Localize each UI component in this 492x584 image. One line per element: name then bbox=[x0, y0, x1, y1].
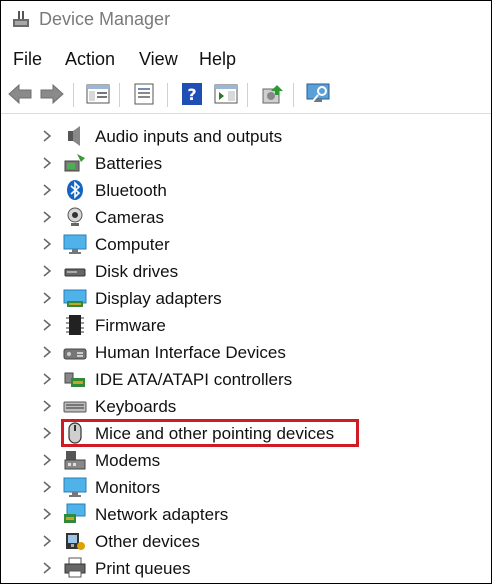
title-bar: Device Manager bbox=[1, 1, 491, 41]
toolbar-separator bbox=[293, 83, 294, 107]
tree-item-label: IDE ATA/ATAPI controllers bbox=[95, 370, 293, 389]
tree-item-label: Batteries bbox=[95, 154, 163, 173]
help-icon[interactable]: ? bbox=[179, 81, 205, 107]
menu-bar: File Action View Help bbox=[1, 45, 491, 75]
toolbar-separator bbox=[167, 83, 168, 107]
chevron-right-icon[interactable] bbox=[41, 264, 53, 278]
keyboard-icon bbox=[63, 401, 87, 413]
chevron-right-icon[interactable] bbox=[41, 399, 53, 413]
device-manager-window: Device Manager File Action View Help ? A… bbox=[0, 0, 492, 584]
update-driver-icon[interactable] bbox=[259, 81, 285, 107]
tree-item-label: Firmware bbox=[95, 316, 166, 335]
toolbar-separator bbox=[73, 83, 74, 107]
properties-icon[interactable] bbox=[131, 81, 157, 107]
menu-view[interactable]: View bbox=[139, 49, 178, 70]
tree-item-label: Modems bbox=[95, 451, 161, 470]
chevron-right-icon[interactable] bbox=[41, 237, 53, 251]
tree-item-label: Audio inputs and outputs bbox=[95, 127, 283, 146]
chevron-right-icon[interactable] bbox=[41, 534, 53, 548]
tree-item-hid[interactable]: Human Interface Devices bbox=[1, 339, 491, 366]
tree-item-label: Other devices bbox=[95, 532, 200, 551]
battery-icon bbox=[64, 154, 85, 172]
chevron-right-icon[interactable] bbox=[41, 129, 53, 143]
tree-item-bluetooth[interactable]: Bluetooth bbox=[1, 177, 491, 204]
console-tree-icon[interactable] bbox=[85, 81, 111, 107]
firmware-chip-icon bbox=[66, 315, 84, 335]
tree-item-keyboards[interactable]: Keyboards bbox=[1, 393, 491, 420]
bluetooth-icon bbox=[67, 180, 83, 200]
chevron-right-icon[interactable] bbox=[41, 372, 53, 386]
disk-drive-icon bbox=[64, 268, 86, 277]
chevron-right-icon[interactable] bbox=[41, 561, 53, 575]
modem-icon bbox=[64, 451, 86, 470]
window-title: Device Manager bbox=[39, 9, 171, 29]
chevron-right-icon[interactable] bbox=[41, 183, 53, 197]
monitor-icon bbox=[63, 477, 87, 497]
tree-item-label: Display adapters bbox=[95, 289, 222, 308]
tree-item-label: Bluetooth bbox=[95, 181, 167, 200]
chevron-right-icon[interactable] bbox=[41, 345, 53, 359]
tree-item-print-queues[interactable]: Print queues bbox=[1, 555, 491, 582]
chevron-right-icon[interactable] bbox=[41, 210, 53, 224]
toolbar-separator bbox=[119, 83, 120, 107]
toolbar-separator bbox=[247, 83, 248, 107]
menu-help[interactable]: Help bbox=[199, 49, 236, 70]
tree-item-disk-drives[interactable]: Disk drives bbox=[1, 258, 491, 285]
other-devices-icon bbox=[66, 533, 85, 550]
action-pane-icon[interactable] bbox=[213, 81, 239, 107]
chevron-right-icon[interactable] bbox=[41, 453, 53, 467]
network-adapter-icon bbox=[64, 503, 86, 523]
tree-item-network-adapters[interactable]: Network adapters bbox=[1, 501, 491, 528]
chevron-right-icon[interactable] bbox=[41, 507, 53, 521]
chevron-right-icon[interactable] bbox=[41, 291, 53, 305]
camera-icon bbox=[67, 207, 83, 226]
tree-item-monitors[interactable]: Monitors bbox=[1, 474, 491, 501]
tree-item-batteries[interactable]: Batteries bbox=[1, 150, 491, 177]
speaker-icon bbox=[68, 126, 80, 146]
computer-icon bbox=[63, 234, 87, 254]
tree-item-label: Monitors bbox=[95, 478, 161, 497]
scan-hardware-icon[interactable] bbox=[305, 81, 331, 107]
chevron-right-icon[interactable] bbox=[41, 318, 53, 332]
toolbar: ? bbox=[1, 77, 491, 113]
chevron-right-icon[interactable] bbox=[41, 156, 53, 170]
forward-arrow-icon[interactable] bbox=[39, 81, 65, 107]
chevron-right-icon[interactable] bbox=[41, 480, 53, 494]
ide-controller-icon bbox=[64, 372, 85, 387]
tree-item-label: Print queues bbox=[95, 559, 191, 578]
tree-item-computer[interactable]: Computer bbox=[1, 231, 491, 258]
printer-icon bbox=[64, 557, 86, 578]
tree-item-other-devices[interactable]: Other devices bbox=[1, 528, 491, 555]
menu-action[interactable]: Action bbox=[65, 49, 115, 70]
tree-item-audio[interactable]: Audio inputs and outputs bbox=[1, 123, 491, 150]
hid-icon bbox=[63, 348, 87, 360]
tree-item-display-adapters[interactable]: Display adapters bbox=[1, 285, 491, 312]
tree-item-label: Computer bbox=[95, 235, 170, 254]
tree-item-label: Disk drives bbox=[95, 262, 179, 281]
tree-item-modems[interactable]: Modems bbox=[1, 447, 491, 474]
display-adapter-icon bbox=[63, 289, 87, 307]
svg-text:?: ? bbox=[187, 85, 196, 104]
chevron-right-icon[interactable] bbox=[41, 426, 53, 440]
tree-item-firmware[interactable]: Firmware bbox=[1, 312, 491, 339]
highlight-box bbox=[61, 419, 359, 447]
tree-item-label: Keyboards bbox=[95, 397, 177, 416]
tree-item-label: Cameras bbox=[95, 208, 164, 227]
toolbar-divider bbox=[1, 113, 491, 114]
tree-item-label: Network adapters bbox=[95, 505, 229, 524]
tree-item-cameras[interactable]: Cameras bbox=[1, 204, 491, 231]
tree-item-label: Human Interface Devices bbox=[95, 343, 286, 362]
tree-item-ide-controllers[interactable]: IDE ATA/ATAPI controllers bbox=[1, 366, 491, 393]
back-arrow-icon[interactable] bbox=[7, 81, 33, 107]
menu-file[interactable]: File bbox=[13, 49, 42, 70]
device-manager-app-icon bbox=[13, 11, 29, 27]
